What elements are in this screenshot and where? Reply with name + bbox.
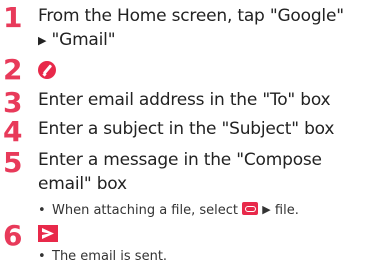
step-text-line2: email" box bbox=[38, 174, 127, 194]
send-icon bbox=[38, 225, 58, 242]
step-text-line2: "Gmail" bbox=[51, 30, 116, 50]
step-number: 5 bbox=[3, 146, 23, 179]
arrow-right-icon: ▶ bbox=[38, 34, 47, 47]
arrow-right-icon: ▶ bbox=[262, 203, 271, 216]
step-text: From the Home screen, tap "Google" ▶ "Gm… bbox=[38, 4, 344, 53]
step-number: 2 bbox=[3, 53, 23, 86]
step-text: Enter a message in the "Compose email" b… bbox=[38, 148, 322, 196]
compose-pencil-icon bbox=[38, 61, 56, 79]
step-text: Enter a subject in the "Subject" box bbox=[38, 119, 335, 139]
step-number: 1 bbox=[3, 1, 23, 34]
note-prefix: When attaching a file, select bbox=[52, 203, 238, 218]
step-number: 3 bbox=[3, 86, 23, 119]
bullet: • bbox=[38, 203, 46, 218]
step-number: 4 bbox=[3, 115, 23, 148]
step-note: • When attaching a file, select ▶ file. bbox=[38, 201, 299, 220]
step-number: 6 bbox=[3, 219, 23, 252]
step-text-line1: Enter a message in the "Compose bbox=[38, 150, 322, 170]
bullet: • bbox=[38, 249, 46, 264]
step-note: • The email is sent. bbox=[38, 248, 167, 266]
step-text-line1: From the Home screen, tap "Google" bbox=[38, 6, 344, 26]
step-text: Enter email address in the "To" box bbox=[38, 90, 331, 110]
note-text: The email is sent. bbox=[52, 249, 168, 264]
note-suffix: file. bbox=[274, 203, 299, 218]
attach-icon bbox=[242, 202, 259, 215]
